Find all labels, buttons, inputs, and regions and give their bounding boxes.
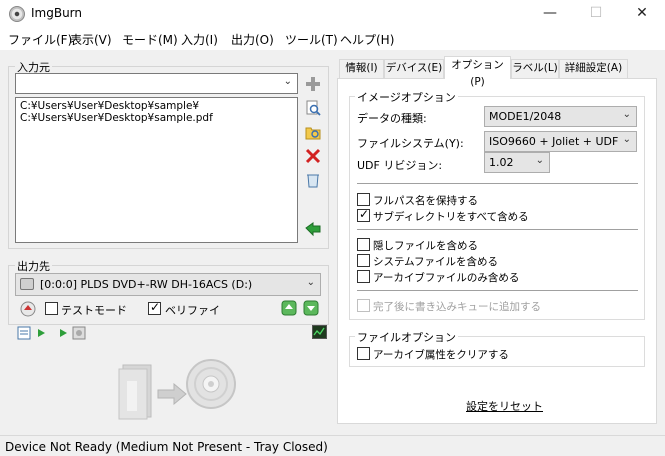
play-icon[interactable] bbox=[58, 328, 68, 338]
menu-file[interactable]: ファイル(F) bbox=[8, 31, 72, 48]
recycle-bin-icon[interactable] bbox=[305, 172, 321, 188]
preserve-full-pathnames-checkbox[interactable] bbox=[357, 193, 370, 206]
filesystem-select[interactable]: ISO9660 + Joliet + UDF ⌄ bbox=[484, 131, 637, 152]
include-system-files-label: システムファイルを含める bbox=[373, 256, 499, 268]
archive-files-only-label: アーカイブファイルのみ含める bbox=[373, 272, 520, 284]
window-title: ImgBurn bbox=[31, 6, 83, 20]
menu-bar: ファイル(F) 表示(V) モード(M) 入力(I) 出力(O) ツール(T) … bbox=[0, 28, 665, 50]
play-icon[interactable] bbox=[36, 328, 46, 338]
data-type-select[interactable]: MODE1/2048 ⌄ bbox=[484, 106, 637, 127]
build-button[interactable] bbox=[115, 363, 157, 421]
menu-output[interactable]: 出力(O) bbox=[231, 31, 274, 48]
tab-advanced[interactable]: 詳細設定(A) bbox=[559, 59, 628, 78]
chevron-down-icon: ⌄ bbox=[622, 134, 631, 145]
menu-input[interactable]: 入力(I) bbox=[181, 31, 218, 48]
menu-view[interactable]: 表示(V) bbox=[70, 31, 112, 48]
source-combo[interactable]: ⌄ bbox=[15, 73, 298, 94]
separator bbox=[357, 183, 638, 184]
status-bar: Device Not Ready (Medium Not Present - T… bbox=[0, 435, 665, 456]
tab-info[interactable]: 情報(I) bbox=[339, 59, 384, 78]
delete-icon[interactable] bbox=[305, 148, 321, 164]
udf-revision-select[interactable]: 1.02 ⌄ bbox=[484, 152, 550, 173]
add-file-icon[interactable] bbox=[305, 76, 321, 92]
destination-group-title: 出力先 bbox=[15, 258, 52, 274]
include-system-files-checkbox[interactable] bbox=[357, 254, 370, 267]
drive-select-value: [0:0:0] PLDS DVD+-RW DH-16ACS (D:) bbox=[40, 278, 253, 291]
menu-mode[interactable]: モード(M) bbox=[122, 31, 178, 48]
chevron-down-icon: ⌄ bbox=[622, 109, 631, 120]
include-hidden-files-checkbox[interactable] bbox=[357, 238, 370, 251]
chevron-down-icon: ⌄ bbox=[283, 76, 292, 87]
verify-checkbox[interactable] bbox=[148, 300, 161, 315]
preserve-full-pathnames-label: フルパス名を保持する bbox=[373, 195, 478, 207]
test-mode-label: テストモード bbox=[61, 304, 127, 317]
clear-archive-attribute-label: アーカイブ属性をクリアする bbox=[373, 349, 509, 361]
separator bbox=[357, 229, 638, 230]
queue-icon[interactable] bbox=[72, 326, 86, 340]
status-text: Device Not Ready (Medium Not Present - T… bbox=[5, 440, 328, 454]
list-item[interactable]: C:¥Users¥User¥Desktop¥sample.pdf bbox=[20, 112, 293, 124]
data-type-label: データの種類: bbox=[357, 112, 427, 125]
optical-drive-icon bbox=[20, 278, 34, 290]
filesystem-label: ファイルシステム(Y): bbox=[357, 137, 464, 150]
archive-files-only-checkbox[interactable] bbox=[357, 270, 370, 283]
maximize-button[interactable]: ☐ bbox=[573, 0, 619, 28]
imgburn-logo-icon bbox=[9, 6, 25, 22]
clear-archive-attribute-checkbox[interactable] bbox=[357, 347, 370, 360]
tab-labels[interactable]: ラベル(L) bbox=[511, 59, 559, 78]
separator bbox=[357, 290, 638, 291]
menu-tools[interactable]: ツール(T) bbox=[285, 31, 338, 48]
verify-label: ベリファイ bbox=[165, 304, 220, 317]
log-window-icon[interactable] bbox=[17, 326, 31, 340]
add-to-write-queue-label: 完了後に書き込みキューに追加する bbox=[373, 301, 541, 313]
filesystem-value: ISO9660 + Joliet + UDF bbox=[489, 135, 619, 148]
image-options-title: イメージオプション bbox=[355, 89, 458, 105]
test-mode-checkbox[interactable] bbox=[45, 302, 58, 315]
file-options-title: ファイルオプション bbox=[355, 329, 458, 345]
chevron-down-icon: ⌄ bbox=[306, 277, 315, 288]
recurse-subdirectories-checkbox[interactable] bbox=[357, 207, 370, 222]
udf-revision-label: UDF リビジョン: bbox=[357, 159, 443, 172]
close-button[interactable]: ✕ bbox=[619, 0, 665, 28]
close-tray-icon[interactable] bbox=[303, 300, 319, 316]
udf-revision-value: 1.02 bbox=[489, 156, 514, 169]
tab-options[interactable]: オプション(P) bbox=[444, 56, 511, 88]
reset-settings-link[interactable]: 設定をリセット bbox=[466, 398, 543, 414]
calculate-size-icon[interactable] bbox=[305, 222, 321, 238]
source-file-list[interactable]: C:¥Users¥User¥Desktop¥sample¥ C:¥Users¥U… bbox=[15, 97, 298, 243]
menu-help[interactable]: ヘルプ(H) bbox=[340, 31, 394, 48]
eject-icon[interactable] bbox=[20, 301, 36, 317]
chevron-down-icon: ⌄ bbox=[535, 155, 544, 166]
data-type-value: MODE1/2048 bbox=[489, 110, 562, 123]
browse-folder-icon[interactable] bbox=[305, 124, 321, 140]
browse-file-icon[interactable] bbox=[305, 100, 321, 116]
console-icon[interactable] bbox=[312, 325, 327, 339]
recurse-subdirectories-label: サブディレクトリをすべて含める bbox=[373, 211, 529, 223]
include-hidden-files-label: 隠しファイルを含める bbox=[373, 240, 478, 252]
drive-select[interactable]: [0:0:0] PLDS DVD+-RW DH-16ACS (D:) ⌄ bbox=[15, 273, 321, 296]
title-bar: ImgBurn — ☐ ✕ bbox=[0, 0, 665, 28]
list-item[interactable]: C:¥Users¥User¥Desktop¥sample¥ bbox=[20, 100, 293, 112]
arrow-right-icon bbox=[157, 382, 187, 406]
disc-icon bbox=[185, 358, 237, 410]
image-options-group bbox=[349, 96, 645, 320]
tab-device[interactable]: デバイス(E) bbox=[384, 59, 444, 78]
minimize-button[interactable]: — bbox=[527, 0, 573, 28]
open-tray-icon[interactable] bbox=[281, 300, 297, 316]
add-to-write-queue-checkbox[interactable] bbox=[357, 299, 370, 312]
